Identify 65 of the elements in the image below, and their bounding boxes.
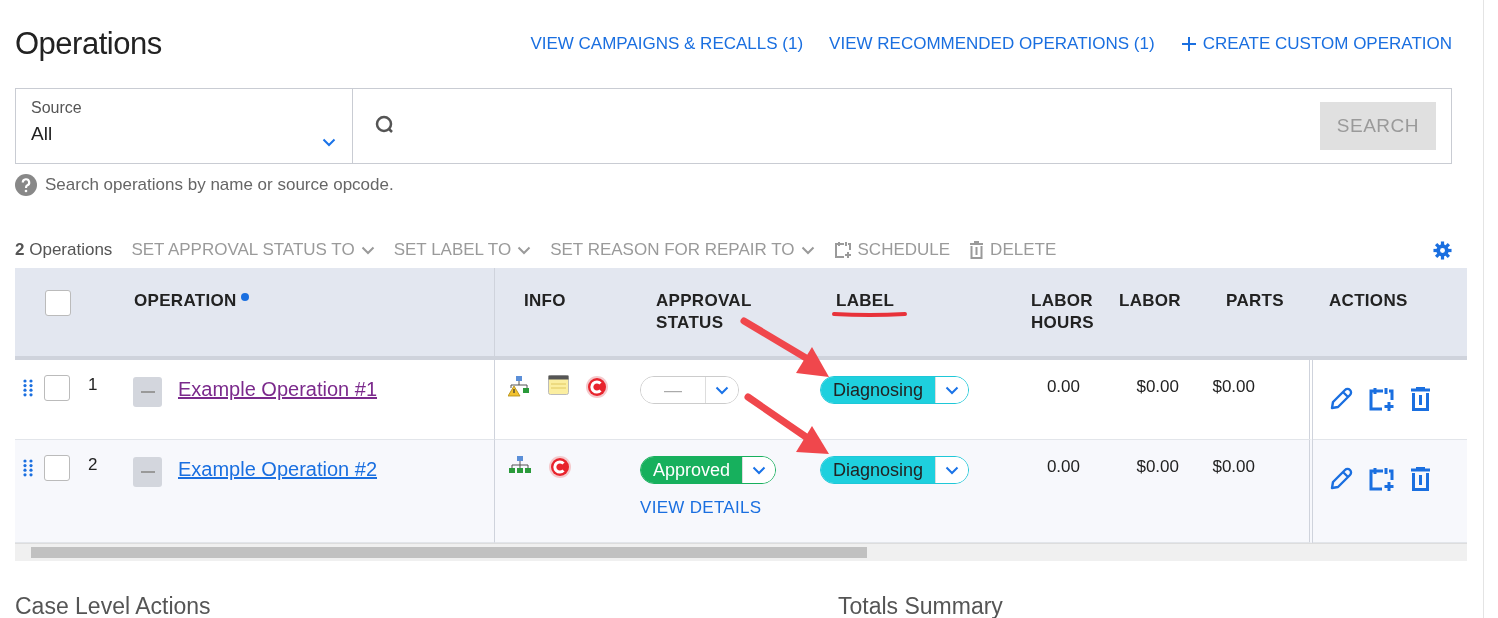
table-cell: 0.00 <box>1046 377 1080 396</box>
drag-handle-icon[interactable] <box>23 458 33 478</box>
column-header: INFO <box>524 290 566 312</box>
view-details-link[interactable]: VIEW DETAILS <box>640 498 762 518</box>
toolbar-action[interactable]: SET REASON FOR REPAIR TO <box>550 240 815 260</box>
status-dropdown[interactable]: Approved <box>640 456 777 484</box>
settings-icon[interactable] <box>1433 240 1452 260</box>
help-text: Search operations by name or source opcode. <box>45 175 394 195</box>
select-all-checkbox[interactable] <box>45 290 71 316</box>
horizontal-scrollbar[interactable] <box>15 543 1467 561</box>
calendar-plus-icon[interactable] <box>1369 467 1394 492</box>
table-cell: $0.00 <box>1136 457 1179 476</box>
delete-icon[interactable] <box>1410 387 1431 411</box>
table-cell: $0.00 <box>1136 377 1179 396</box>
trash-icon <box>969 241 985 259</box>
caret-icon <box>752 465 767 475</box>
toolbar-action[interactable]: SCHEDULE <box>833 240 951 260</box>
drag-handle-icon[interactable] <box>23 378 33 398</box>
operation-count: 2 Operations <box>15 240 113 260</box>
column-header: LABOR HOURS <box>1031 290 1095 334</box>
header-link[interactable]: VIEW CAMPAIGNS & RECALLS (1) <box>530 34 804 54</box>
toolbar-action[interactable]: SET LABEL TO <box>393 240 532 260</box>
column-header: ACTIONS <box>1329 290 1408 312</box>
network-warning-icon <box>508 375 532 397</box>
help-icon <box>15 174 37 196</box>
recall-icon <box>548 455 572 479</box>
row-checkbox[interactable] <box>44 375 70 401</box>
column-header: LABOR <box>1119 290 1181 312</box>
caret-icon <box>715 385 729 395</box>
toolbar-action[interactable]: DELETE <box>969 240 1057 260</box>
caret-icon <box>945 385 960 395</box>
table-cell: $0.00 <box>1212 457 1255 476</box>
table-cell: 0.00 <box>1046 457 1080 476</box>
delete-icon[interactable] <box>1410 467 1431 491</box>
caret-icon <box>945 465 960 475</box>
column-header: PARTS <box>1226 290 1284 312</box>
column-header: APPROVAL STATUS <box>656 290 753 334</box>
column-header: LABEL <box>836 290 895 312</box>
row-number: 2 <box>88 455 98 475</box>
plus-icon <box>1180 36 1197 52</box>
section-heading: Case Level Actions <box>15 593 212 618</box>
network-icon <box>508 455 532 475</box>
table-cell: $0.00 <box>1212 377 1255 396</box>
operation-link[interactable]: Example Operation #1 <box>178 378 377 401</box>
caret-icon <box>517 245 532 255</box>
operation-link[interactable]: Example Operation #2 <box>178 458 377 481</box>
calendar-plus-icon <box>833 241 852 259</box>
caret-icon <box>360 245 375 255</box>
caret-icon <box>800 245 815 255</box>
recall-icon <box>585 375 609 399</box>
row-number: 1 <box>88 375 98 395</box>
page-title: Operations <box>15 26 163 62</box>
status-dropdown[interactable]: — <box>640 376 739 404</box>
header-link[interactable]: VIEW RECOMMENDED OPERATIONS (1) <box>829 34 1155 54</box>
edit-icon[interactable] <box>1329 387 1353 411</box>
column-header: OPERATION <box>134 290 237 312</box>
section-heading: Totals Summary <box>838 593 1004 618</box>
note-icon <box>548 375 569 395</box>
header-link[interactable]: CREATE CUSTOM OPERATION <box>1180 34 1452 54</box>
edit-icon[interactable] <box>1329 467 1353 491</box>
toolbar-action[interactable]: SET APPROVAL STATUS TO <box>131 240 375 260</box>
row-checkbox[interactable] <box>44 455 70 481</box>
label-dropdown[interactable]: Diagnosing <box>820 376 970 404</box>
calendar-plus-icon[interactable] <box>1369 387 1394 412</box>
label-dropdown[interactable]: Diagnosing <box>820 456 970 484</box>
